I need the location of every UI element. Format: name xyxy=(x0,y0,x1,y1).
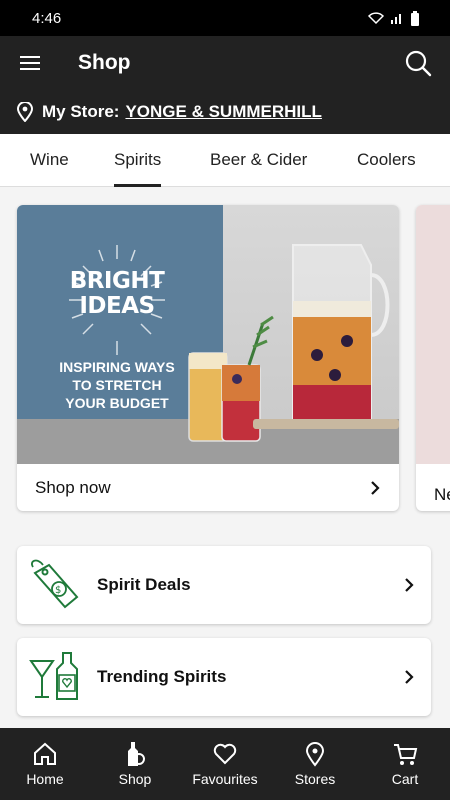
nav-shop[interactable]: Shop xyxy=(90,728,180,800)
heart-icon xyxy=(213,743,237,765)
search-icon[interactable] xyxy=(404,49,432,77)
my-store-label: My Store: xyxy=(42,102,120,121)
page-title: Shop xyxy=(78,51,131,74)
location-pin-icon xyxy=(16,102,34,122)
nav-favourites[interactable]: Favourites xyxy=(180,728,270,800)
drinks-illustration xyxy=(188,244,399,442)
tab-wine-label: Wine xyxy=(30,150,69,169)
cart-icon xyxy=(394,744,418,765)
next-promo-label: Ne xyxy=(434,485,450,504)
next-promo-image xyxy=(416,205,450,464)
spirit-deals-row[interactable]: $ Spirit Deals xyxy=(17,546,431,624)
price-tag-icon: $ xyxy=(31,559,79,609)
shop-now-row[interactable]: Shop now xyxy=(17,464,399,511)
nav-home-label: Home xyxy=(26,771,64,787)
bottle-icon xyxy=(128,742,145,766)
wifi-icon xyxy=(368,12,384,25)
status-icons xyxy=(368,10,420,26)
location-pin-icon xyxy=(305,742,325,767)
category-tabs: Wine Spirits Beer & Cider Coolers xyxy=(0,134,450,187)
next-promo-card[interactable]: Ne xyxy=(416,205,450,511)
tab-wine[interactable]: Wine xyxy=(30,134,69,187)
chevron-right-icon xyxy=(371,480,380,495)
menu-icon[interactable] xyxy=(18,54,42,72)
shop-now-label: Shop now xyxy=(35,477,111,497)
app-bar: Shop xyxy=(0,36,450,90)
tab-spirits[interactable]: Spirits xyxy=(114,134,162,187)
my-store-bar[interactable]: My Store: YONGE & SUMMERHILL xyxy=(0,90,450,134)
nav-favourites-label: Favourites xyxy=(192,771,258,787)
shop-content: BRIGHT IDEAS INSPIRING WAYS TO STRETCH Y… xyxy=(0,188,450,728)
tab-coolers[interactable]: Coolers xyxy=(357,134,416,187)
nav-cart[interactable]: Cart xyxy=(360,728,450,800)
tab-beer-cider[interactable]: Beer & Cider xyxy=(210,134,307,187)
promo-banner-image: BRIGHT IDEAS INSPIRING WAYS TO STRETCH Y… xyxy=(17,205,399,464)
nav-stores[interactable]: Stores xyxy=(270,728,360,800)
store-name-link[interactable]: YONGE & SUMMERHILL xyxy=(125,102,321,122)
battery-icon xyxy=(411,10,419,26)
status-time: 4:46 xyxy=(32,9,62,27)
nav-home[interactable]: Home xyxy=(0,728,90,800)
tab-coolers-label: Coolers xyxy=(357,150,416,169)
tab-beer-cider-label: Beer & Cider xyxy=(210,150,308,169)
tab-spirits-label: Spirits xyxy=(114,150,162,169)
svg-text:$: $ xyxy=(55,585,61,596)
nav-cart-label: Cart xyxy=(391,771,419,787)
nav-stores-label: Stores xyxy=(294,771,336,787)
trending-spirits-label: Trending Spirits xyxy=(97,667,227,686)
trending-spirits-row[interactable]: Trending Spirits xyxy=(17,638,431,716)
chevron-right-icon xyxy=(405,578,414,592)
signal-icon xyxy=(391,14,401,24)
status-bar: 4:46 xyxy=(0,0,450,36)
chevron-right-icon xyxy=(405,670,414,684)
cocktail-bottle-icon xyxy=(29,652,78,700)
home-icon xyxy=(34,742,56,765)
nav-shop-label: Shop xyxy=(118,771,152,787)
spirit-deals-label: Spirit Deals xyxy=(97,575,191,594)
bottom-nav: Home Shop Favourites Stores Cart xyxy=(0,728,450,800)
promo-card[interactable]: BRIGHT IDEAS INSPIRING WAYS TO STRETCH Y… xyxy=(17,205,399,511)
